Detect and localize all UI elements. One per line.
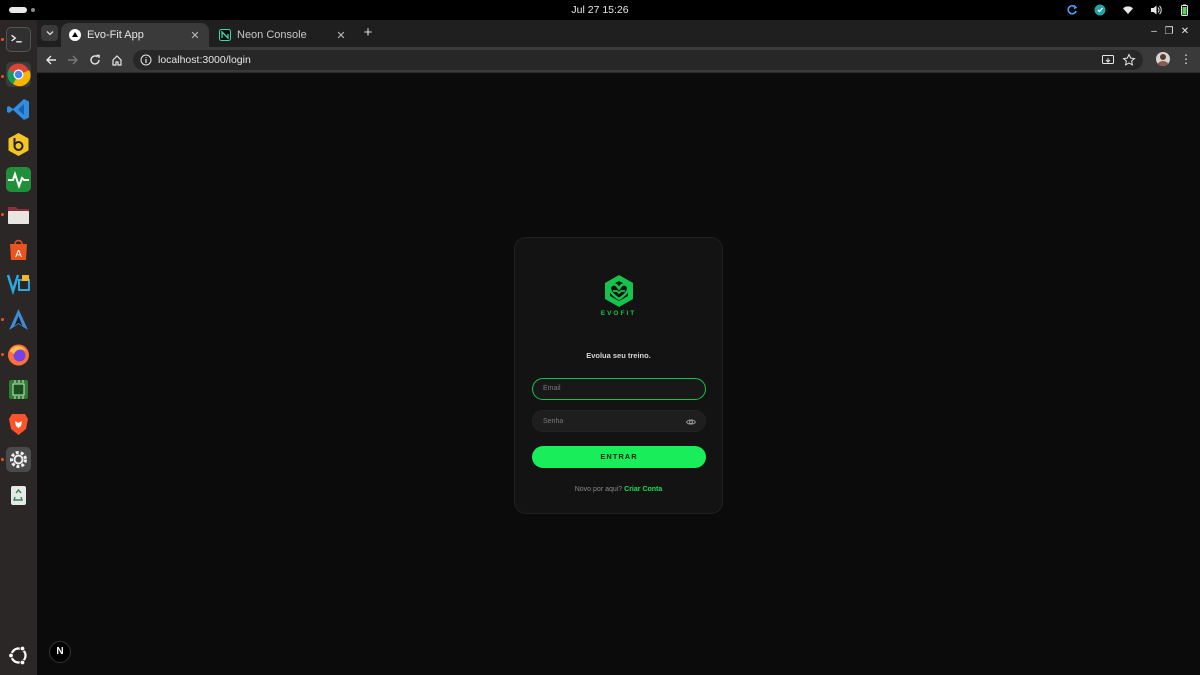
arrow-left-icon bbox=[46, 55, 56, 65]
activity-icon bbox=[8, 170, 29, 189]
address-bar[interactable]: localhost:3000/login bbox=[133, 50, 1143, 70]
nextjs-dev-indicator[interactable]: N bbox=[49, 641, 71, 663]
dock-firefox[interactable] bbox=[6, 342, 31, 367]
arch-icon bbox=[9, 309, 28, 330]
password-placeholder: Senha bbox=[543, 418, 564, 425]
maximize-button[interactable]: ❐ bbox=[1162, 25, 1176, 39]
svg-text:A: A bbox=[15, 249, 22, 260]
signup-prompt-text: Novo por aqui? bbox=[574, 486, 623, 493]
running-indicator bbox=[1, 458, 4, 461]
home-icon bbox=[112, 55, 122, 66]
volume-icon[interactable] bbox=[1150, 4, 1162, 16]
system-tray bbox=[1066, 3, 1190, 17]
url-text: localhost:3000/login bbox=[158, 54, 251, 66]
running-indicator bbox=[1, 353, 4, 356]
dock-show-apps[interactable] bbox=[6, 643, 31, 668]
tab-close-button[interactable]: ✕ bbox=[189, 29, 201, 42]
application-dock: A bbox=[0, 20, 37, 675]
vscode-icon bbox=[7, 99, 29, 120]
running-indicator bbox=[1, 213, 4, 216]
ubuntu-icon bbox=[8, 645, 27, 666]
install-app-icon[interactable] bbox=[1101, 53, 1115, 67]
running-indicator bbox=[1, 318, 4, 321]
running-indicator bbox=[1, 38, 4, 41]
browser-menu-button[interactable]: ⋮ bbox=[1180, 51, 1192, 67]
email-placeholder: Email bbox=[543, 385, 561, 392]
tab-close-button[interactable]: ✕ bbox=[335, 29, 347, 42]
dock-brave[interactable] bbox=[6, 412, 31, 437]
tab-evo-fit[interactable]: Evo-Fit App ✕ bbox=[61, 23, 209, 47]
brave-icon bbox=[9, 414, 28, 435]
tagline: Evolua seu treino. bbox=[586, 351, 651, 360]
chevron-down-icon bbox=[46, 31, 53, 36]
terminal-icon bbox=[7, 29, 30, 50]
login-card: EVOFIT Evolua seu treino. Email Senha EN… bbox=[514, 237, 723, 514]
tab-title: Neon Console bbox=[237, 29, 307, 41]
arrow-right-icon bbox=[68, 55, 78, 65]
beekeeper-icon bbox=[8, 133, 29, 156]
site-info-icon[interactable] bbox=[140, 54, 152, 66]
dock-vscode[interactable] bbox=[6, 97, 31, 122]
battery-icon[interactable] bbox=[1178, 4, 1190, 16]
forward-button[interactable] bbox=[65, 52, 81, 68]
home-button[interactable] bbox=[109, 52, 125, 68]
virtualbox-icon bbox=[6, 274, 30, 296]
firefox-icon bbox=[8, 344, 29, 366]
email-field[interactable]: Email bbox=[532, 378, 706, 400]
dock-arch-app[interactable] bbox=[6, 307, 31, 332]
trash-icon bbox=[11, 486, 26, 505]
reload-icon bbox=[90, 54, 100, 65]
eye-icon[interactable] bbox=[686, 417, 696, 427]
new-tab-button[interactable]: + bbox=[360, 25, 376, 41]
running-indicator bbox=[1, 75, 4, 78]
login-submit-button[interactable]: ENTRAR bbox=[532, 446, 706, 468]
gear-icon bbox=[10, 451, 27, 468]
dock-chrome[interactable] bbox=[6, 62, 31, 87]
profile-avatar[interactable] bbox=[1156, 52, 1170, 66]
neon-favicon-icon bbox=[219, 29, 231, 41]
dock-chip-app[interactable] bbox=[6, 377, 31, 402]
reload-button[interactable] bbox=[87, 52, 103, 68]
dock-beekeeper[interactable] bbox=[6, 132, 31, 157]
tab-neon-console[interactable]: Neon Console ✕ bbox=[211, 23, 355, 47]
wifi-icon[interactable] bbox=[1122, 4, 1134, 16]
dock-files[interactable] bbox=[6, 202, 31, 227]
close-window-button[interactable]: ✕ bbox=[1178, 25, 1192, 39]
browser-toolbar: localhost:3000/login ⋮ bbox=[37, 47, 1200, 73]
tab-title: Evo-Fit App bbox=[87, 29, 144, 41]
profile-icon bbox=[1157, 54, 1169, 66]
system-top-bar: Jul 27 15:26 bbox=[0, 0, 1200, 20]
sync-icon[interactable] bbox=[1066, 4, 1078, 16]
dock-settings[interactable] bbox=[6, 447, 31, 472]
app-center-icon: A bbox=[10, 239, 27, 260]
chrome-icon bbox=[7, 63, 31, 87]
minimize-button[interactable]: – bbox=[1147, 25, 1161, 39]
dock-system-monitor[interactable] bbox=[6, 167, 31, 192]
vercel-favicon-icon bbox=[69, 29, 81, 41]
password-field[interactable]: Senha bbox=[532, 410, 706, 432]
dock-virtualbox[interactable] bbox=[6, 272, 31, 297]
chip-icon bbox=[9, 380, 28, 399]
dock-app-center[interactable]: A bbox=[6, 237, 31, 262]
browser-tab-strip: Evo-Fit App ✕ Neon Console ✕ + – ❐ ✕ bbox=[37, 20, 1200, 47]
system-clock[interactable]: Jul 27 15:26 bbox=[0, 4, 1200, 16]
dock-trash[interactable] bbox=[6, 482, 31, 507]
page-viewport: EVOFIT Evolua seu treino. Email Senha EN… bbox=[37, 74, 1200, 675]
signup-prompt: Novo por aqui? Criar Conta bbox=[515, 486, 722, 493]
folder-icon bbox=[8, 207, 29, 224]
create-account-link[interactable]: Criar Conta bbox=[624, 486, 662, 493]
vpn-status-icon[interactable] bbox=[1094, 4, 1106, 16]
bookmark-star-icon[interactable] bbox=[1122, 53, 1136, 67]
tab-search-button[interactable] bbox=[41, 25, 58, 41]
evofit-logo-icon bbox=[605, 275, 633, 307]
dock-terminal[interactable] bbox=[6, 27, 31, 52]
back-button[interactable] bbox=[43, 52, 59, 68]
brand-name: EVOFIT bbox=[600, 310, 637, 317]
